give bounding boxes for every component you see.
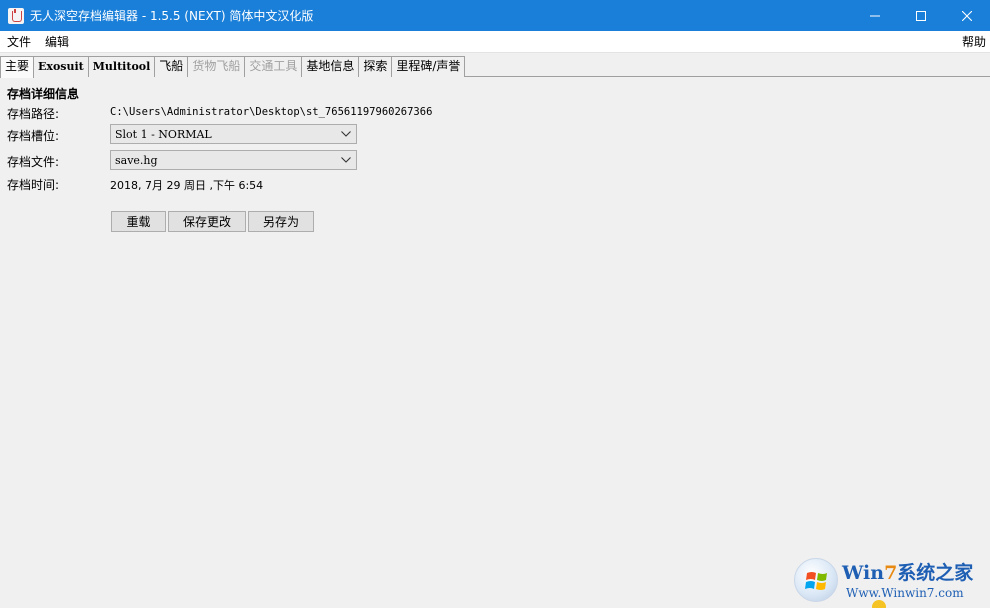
- tab-ship[interactable]: 飞船: [154, 56, 189, 77]
- save-changes-button[interactable]: 保存更改: [168, 211, 246, 232]
- tab-main[interactable]: 主要: [0, 56, 35, 78]
- menu-help[interactable]: 帮助: [955, 31, 990, 53]
- tab-freighter: 货物飞船: [187, 56, 246, 77]
- title-bar: 无人深空存档编辑器 - 1.5.5 (NEXT) 简体中文汉化版: [0, 0, 990, 31]
- menu-file[interactable]: 文件: [0, 31, 38, 53]
- reload-button[interactable]: 重载: [111, 211, 166, 232]
- window-title: 无人深空存档编辑器 - 1.5.5 (NEXT) 简体中文汉化版: [30, 9, 314, 23]
- sun-icon: [872, 600, 886, 608]
- maximize-button[interactable]: [898, 0, 944, 31]
- minimize-button[interactable]: [852, 0, 898, 31]
- minimize-icon: [870, 15, 880, 16]
- chevron-down-icon[interactable]: [336, 151, 356, 169]
- save-as-button[interactable]: 另存为: [248, 211, 314, 232]
- site-watermark: Win7系统之家 Www.Winwin7.com: [790, 556, 990, 608]
- path-label: 存档路径:: [7, 107, 60, 121]
- tab-exosuit[interactable]: Exosuit: [33, 56, 89, 77]
- time-label: 存档时间:: [7, 178, 60, 192]
- java-app-icon: [8, 7, 24, 24]
- file-combobox-value: save.hg: [115, 153, 158, 167]
- close-button[interactable]: [944, 0, 990, 31]
- menu-bar: 文件 编辑 帮助: [0, 31, 990, 53]
- slot-label: 存档槽位:: [7, 129, 60, 143]
- tab-discovery[interactable]: 探索: [358, 56, 393, 77]
- time-value: 2018, 7月 29 周日 ,下午 6:54: [110, 179, 264, 192]
- tab-strip: 主要 Exosuit Multitool 飞船 货物飞船 交通工具 基地信息 探…: [0, 56, 990, 78]
- path-value: C:\Users\Administrator\Desktop\st_765611…: [110, 106, 433, 118]
- file-label: 存档文件:: [7, 155, 60, 169]
- slot-combobox[interactable]: Slot 1 - NORMAL: [110, 124, 357, 144]
- tab-multitool[interactable]: Multitool: [87, 56, 156, 77]
- section-title: 存档详细信息: [7, 87, 80, 101]
- slot-combobox-value: Slot 1 - NORMAL: [115, 127, 212, 141]
- window-controls: [852, 0, 990, 31]
- maximize-icon: [916, 10, 926, 21]
- close-icon: [962, 10, 972, 21]
- windows-logo-icon: [794, 558, 838, 602]
- menu-edit[interactable]: 编辑: [38, 31, 76, 53]
- tab-vehicles: 交通工具: [244, 56, 303, 77]
- tab-bases[interactable]: 基地信息: [301, 56, 360, 77]
- chevron-down-icon[interactable]: [336, 125, 356, 143]
- watermark-url: Www.Winwin7.com: [846, 586, 964, 600]
- watermark-brand: Win7系统之家: [842, 562, 974, 584]
- tab-milestones[interactable]: 里程碑/声誉: [391, 56, 466, 77]
- file-combobox[interactable]: save.hg: [110, 150, 357, 170]
